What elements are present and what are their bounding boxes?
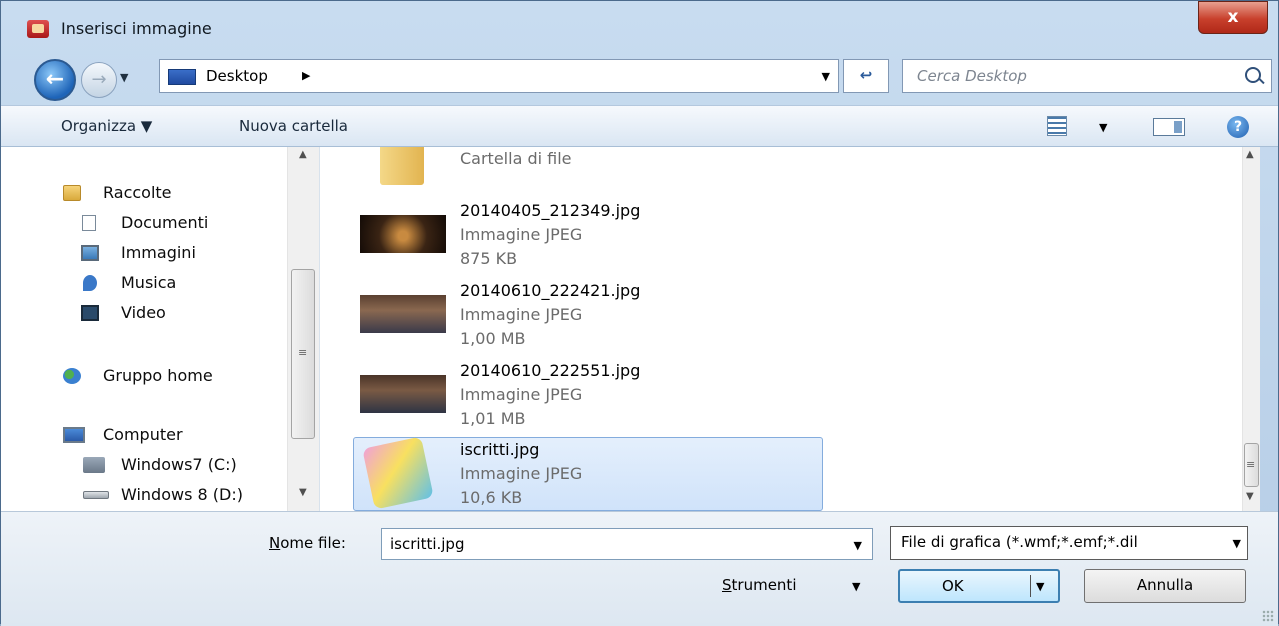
file-type: Immagine JPEG bbox=[460, 225, 583, 244]
ok-label[interactable]: OK bbox=[942, 571, 964, 602]
breadcrumb-arrow-icon[interactable]: ▶ bbox=[302, 69, 310, 82]
sidebar-item-documents[interactable]: Documenti bbox=[121, 213, 208, 232]
list-item[interactable]: 20140610_222421.jpg Immagine JPEG 1,00 M… bbox=[354, 281, 822, 355]
file-type: Immagine JPEG bbox=[460, 464, 583, 483]
ok-button[interactable]: OK ▼ bbox=[898, 569, 1060, 603]
libraries-icon bbox=[63, 185, 81, 201]
drive-c-icon bbox=[83, 457, 105, 473]
forward-button[interactable]: → bbox=[81, 62, 117, 98]
file-size: 10,6 KB bbox=[460, 488, 523, 507]
nav-scroll-down-icon[interactable]: ▼ bbox=[299, 487, 307, 498]
homegroup-icon bbox=[63, 368, 81, 384]
video-icon bbox=[81, 305, 99, 321]
list-item-selected[interactable]: iscritti.jpg Immagine JPEG 10,6 KB bbox=[353, 436, 823, 511]
resize-grip-icon[interactable] bbox=[1262, 610, 1274, 622]
ok-split-divider bbox=[1030, 575, 1031, 597]
computer-icon bbox=[63, 427, 85, 443]
file-name: 20140610_222551.jpg bbox=[460, 361, 641, 380]
help-icon[interactable]: ? bbox=[1227, 116, 1249, 138]
file-type-filter-value[interactable]: File di grafica (*.wmf;*.emf;*.dil bbox=[901, 533, 1138, 551]
command-bar: Organizza ▼ Nuova cartella ▼ ? bbox=[1, 105, 1278, 147]
list-item[interactable]: 20140610_222551.jpg Immagine JPEG 1,01 M… bbox=[354, 361, 822, 435]
file-name: 20140610_222421.jpg bbox=[460, 281, 641, 300]
file-name: 20140405_212349.jpg bbox=[460, 201, 641, 220]
filename-dropdown-icon[interactable]: ▼ bbox=[854, 539, 862, 552]
filename-label: Nome file: bbox=[269, 534, 346, 552]
filename-field[interactable]: iscritti.jpg ▼ bbox=[381, 528, 873, 560]
file-type-filter-select[interactable]: File di grafica (*.wmf;*.emf;*.dil ▼ bbox=[890, 526, 1248, 560]
search-input[interactable]: Cerca Desktop bbox=[902, 59, 1272, 93]
documents-icon bbox=[82, 215, 96, 231]
list-item[interactable]: 20140405_212349.jpg Immagine JPEG 875 KB bbox=[354, 201, 822, 275]
file-size: 875 KB bbox=[460, 249, 518, 268]
back-button[interactable]: ← bbox=[34, 59, 76, 101]
image-thumbnail bbox=[360, 295, 446, 333]
file-scroll-grip-icon: ≡ bbox=[1246, 458, 1256, 471]
image-thumbnail bbox=[360, 375, 446, 413]
file-list-scrollbar[interactable]: ▲ ≡ ▼ bbox=[1242, 147, 1260, 511]
app-icon bbox=[27, 20, 49, 38]
nav-scroll-grip-icon: ≡ bbox=[298, 346, 308, 359]
sidebar-item-drive-c[interactable]: Windows7 (C:) bbox=[121, 455, 237, 474]
tools-dropdown-icon[interactable]: ▼ bbox=[852, 580, 860, 593]
image-thumbnail bbox=[360, 215, 446, 253]
filename-value[interactable]: iscritti.jpg bbox=[390, 535, 464, 553]
drive-d-icon bbox=[83, 491, 109, 499]
insert-image-dialog: Inserisci immagine x ← → ▼ Desktop ▶ ▼ ↩… bbox=[0, 0, 1279, 626]
file-list: Cartella di file 20140405_212349.jpg Imm… bbox=[320, 147, 1260, 511]
filter-dropdown-icon[interactable]: ▼ bbox=[1233, 537, 1241, 550]
nav-scrollbar[interactable]: ▲ ≡ ▼ bbox=[287, 147, 319, 511]
tools-button[interactable]: Strumenti bbox=[722, 576, 796, 594]
address-bar[interactable]: Desktop ▶ ▼ bbox=[159, 59, 839, 93]
cancel-button[interactable]: Annulla bbox=[1084, 569, 1246, 603]
clipboard-image-thumbnail bbox=[362, 436, 434, 510]
search-placeholder: Cerca Desktop bbox=[917, 67, 1027, 85]
file-size: 1,00 MB bbox=[460, 329, 526, 348]
history-dropdown-icon[interactable]: ▼ bbox=[120, 71, 128, 84]
file-scroll-down-icon[interactable]: ▼ bbox=[1246, 491, 1254, 502]
address-dropdown-icon[interactable]: ▼ bbox=[822, 70, 830, 83]
pictures-icon bbox=[81, 245, 99, 261]
sidebar-item-drive-d[interactable]: Windows 8 (D:) bbox=[121, 485, 243, 504]
dialog-title: Inserisci immagine bbox=[61, 19, 212, 38]
dialog-footer: Nome file: iscritti.jpg ▼ File di grafic… bbox=[1, 511, 1278, 626]
desktop-icon bbox=[168, 69, 196, 85]
title-bar: Inserisci immagine x bbox=[1, 1, 1278, 41]
nav-scroll-up-icon[interactable]: ▲ bbox=[299, 149, 307, 160]
file-scroll-thumb[interactable]: ≡ bbox=[1244, 443, 1259, 487]
close-button[interactable]: x bbox=[1198, 1, 1268, 34]
ok-dropdown-icon[interactable]: ▼ bbox=[1036, 571, 1044, 602]
list-item[interactable]: Cartella di file bbox=[354, 147, 822, 191]
refresh-button[interactable]: ↩ bbox=[843, 59, 889, 93]
nav-scroll-thumb[interactable]: ≡ bbox=[291, 269, 315, 439]
file-scroll-up-icon[interactable]: ▲ bbox=[1246, 149, 1254, 160]
sidebar-item-pictures[interactable]: Immagini bbox=[121, 243, 196, 262]
music-icon bbox=[83, 275, 97, 291]
file-name: iscritti.jpg bbox=[460, 440, 540, 459]
new-folder-button[interactable]: Nuova cartella bbox=[239, 117, 348, 135]
sidebar-item-homegroup[interactable]: Gruppo home bbox=[103, 366, 213, 385]
sidebar-item-libraries[interactable]: Raccolte bbox=[103, 183, 172, 202]
file-type: Immagine JPEG bbox=[460, 305, 583, 324]
views-dropdown-icon[interactable]: ▼ bbox=[1099, 121, 1107, 134]
change-view-icon[interactable] bbox=[1047, 116, 1067, 136]
preview-pane-icon[interactable] bbox=[1153, 118, 1185, 136]
navigation-pane: Raccolte Documenti Immagini Musica Video… bbox=[1, 147, 320, 511]
sidebar-item-computer[interactable]: Computer bbox=[103, 425, 183, 444]
address-location[interactable]: Desktop bbox=[206, 67, 268, 85]
file-size: 1,01 MB bbox=[460, 409, 526, 428]
sidebar-item-video[interactable]: Video bbox=[121, 303, 166, 322]
folder-icon bbox=[380, 147, 424, 185]
file-type: Immagine JPEG bbox=[460, 385, 583, 404]
file-type: Cartella di file bbox=[460, 149, 572, 168]
organize-button[interactable]: Organizza ▼ bbox=[61, 117, 152, 135]
search-icon[interactable] bbox=[1245, 67, 1261, 83]
sidebar-item-music[interactable]: Musica bbox=[121, 273, 176, 292]
